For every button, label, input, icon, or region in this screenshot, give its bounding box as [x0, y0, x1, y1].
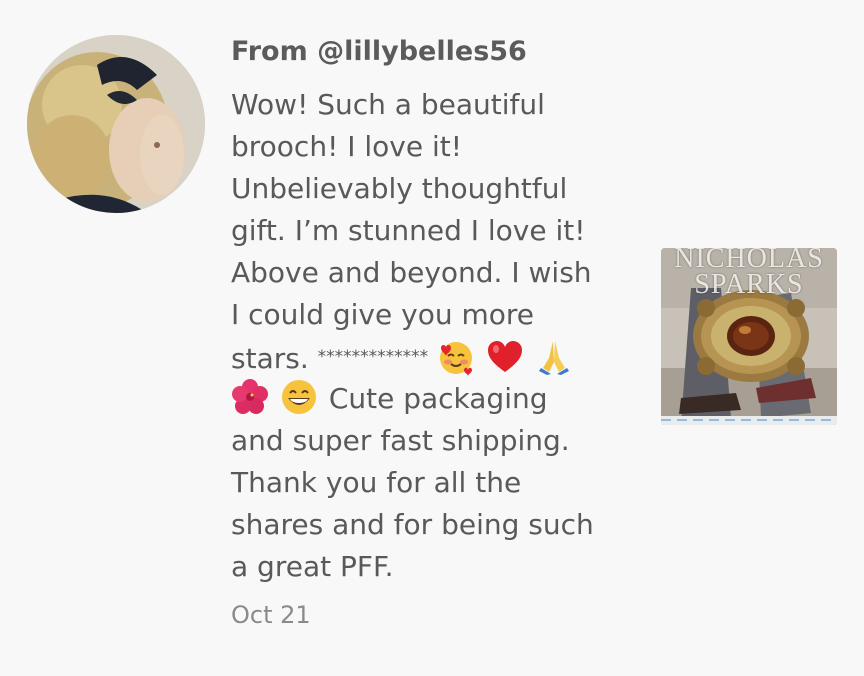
review-line: Unbelievably thoughtful — [231, 172, 568, 205]
review-line: shares and for being such — [231, 508, 594, 541]
brooch-image — [693, 290, 809, 382]
book-cover-author-last: SPARKS — [694, 269, 804, 300]
reviewer-avatar[interactable] — [27, 35, 205, 213]
review-line: and super fast shipping. — [231, 424, 570, 457]
review-line: Thank you for all the — [231, 466, 522, 499]
book-cover-title: NICHOLAS SPARKS — [661, 248, 837, 300]
review-text: Wow! Such a beautiful brooch! I love it!… — [231, 84, 631, 588]
hibiscus-icon — [231, 378, 269, 416]
smiling-face-with-hearts-icon — [437, 338, 475, 376]
review-line: stars. ************* — [231, 336, 631, 378]
review-line: brooch! I love it! — [231, 130, 462, 163]
review-line: Cute packaging — [231, 378, 631, 420]
review-line-text: Cute packaging — [328, 382, 548, 415]
review-line: Above and beyond. I wish — [231, 256, 592, 289]
asterisk-rating: ************* — [317, 347, 429, 367]
review-author[interactable]: From @lillybelles56 — [231, 36, 527, 67]
review-line-text: stars. — [231, 342, 309, 375]
review-line: Wow! Such a beautiful — [231, 88, 545, 121]
review-date: Oct 21 — [231, 601, 311, 629]
review-card: From @lillybelles56 Wow! Such a beautifu… — [0, 0, 864, 676]
review-line: I could give you more — [231, 298, 535, 331]
folded-hands-icon — [535, 338, 573, 376]
product-thumbnail[interactable]: NICHOLAS SPARKS — [661, 248, 837, 425]
review-line: a great PFF. — [231, 550, 394, 583]
grinning-face-icon — [280, 378, 318, 416]
review-line: gift. I’m stunned I love it! — [231, 214, 586, 247]
red-heart-icon — [486, 338, 524, 376]
